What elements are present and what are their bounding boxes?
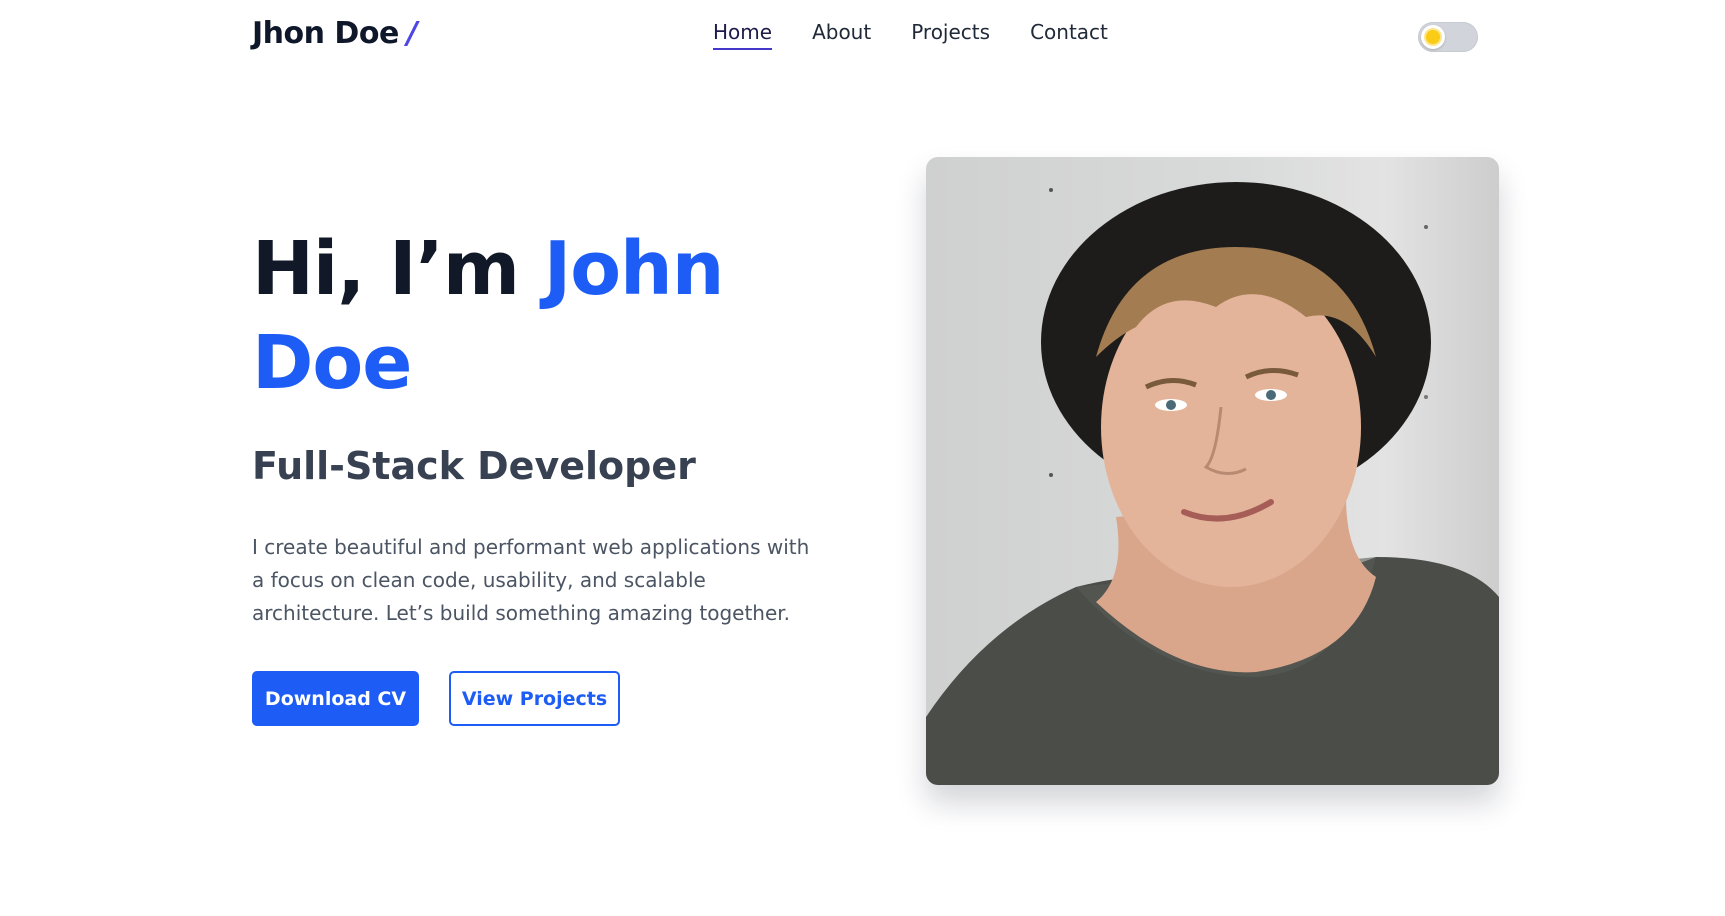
main-nav: Home About Projects Contact [713, 20, 1108, 50]
nav-link-about[interactable]: About [812, 20, 871, 50]
logo-mark: / [406, 16, 418, 51]
logo-text: Jhon Doe [252, 16, 399, 51]
nav-link-home[interactable]: Home [713, 20, 773, 50]
profile-photo [926, 157, 1499, 785]
download-cv-button[interactable]: Download CV [252, 671, 419, 726]
hero-role: Full-Stack Developer [252, 444, 696, 488]
hero-greeting: Hi, I’m [252, 226, 544, 312]
nav-link-contact[interactable]: Contact [1030, 20, 1108, 50]
hero-description: I create beautiful and performant web ap… [252, 535, 810, 625]
theme-toggle[interactable] [1418, 22, 1478, 52]
site-logo[interactable]: Jhon Doe / [252, 16, 418, 51]
portrait-illustration [926, 182, 1499, 785]
site-header: Jhon Doe / Home About Projects Contact [0, 0, 1725, 72]
hero-title: Hi, I’m John Doe [252, 222, 852, 410]
view-projects-button[interactable]: View Projects [449, 671, 620, 726]
nav-link-projects[interactable]: Projects [911, 20, 990, 50]
toggle-knob [1421, 25, 1445, 49]
sun-icon [1426, 30, 1440, 44]
